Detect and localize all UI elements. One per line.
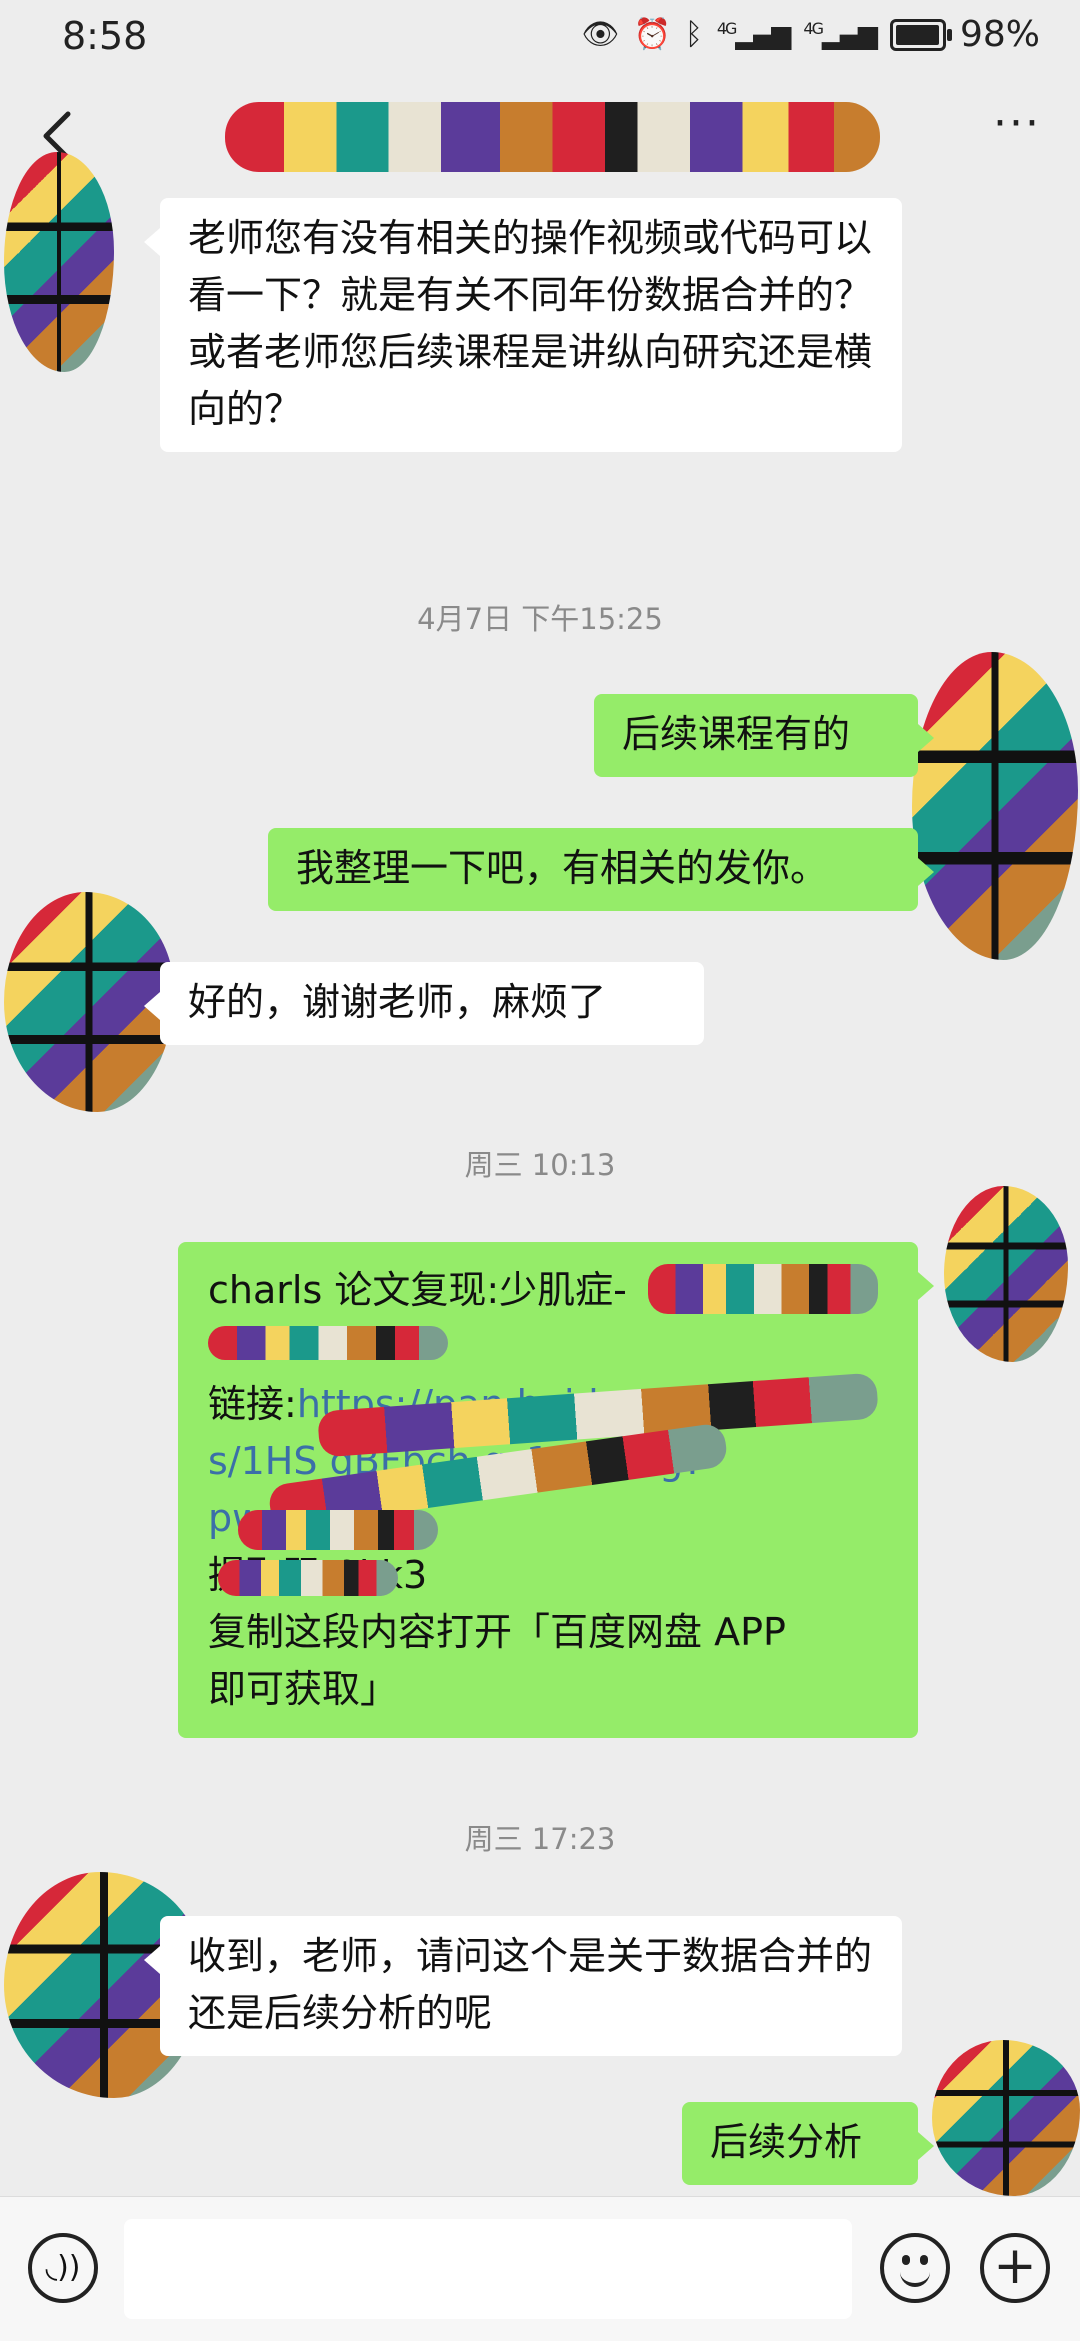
input-bar: ◟)) + <box>0 2196 1080 2341</box>
message-input[interactable] <box>124 2219 852 2319</box>
timestamp: 4月7日 下午15:25 <box>417 602 663 636</box>
redaction <box>648 1264 878 1314</box>
message-sent-link[interactable]: charls 论文复现:少肌症- 链接:https://pan.baidu.co… <box>178 1242 934 1738</box>
status-icons: 👁 ⏰ ᛒ 4G▂▄▆ 4G▂▄▆ 98% <box>581 14 1040 55</box>
message-sent: 我整理一下吧，有相关的发你。 <box>268 828 934 911</box>
battery-fill <box>895 24 939 45</box>
avatar[interactable] <box>912 652 1078 960</box>
message-received: 收到，老师，请问这个是关于数据合并的还是后续分析的呢 <box>144 1916 902 2056</box>
link-message-title: charls 论文复现:少肌症- <box>208 1268 627 1312</box>
voice-icon: ◟)) <box>45 2250 81 2285</box>
avatar[interactable] <box>944 1186 1068 1362</box>
copy-instruction-2: 即可获取」 <box>208 1667 399 1711</box>
signal-icon: 4G▂▄▆ <box>716 18 792 51</box>
signal-icon-2: 4G▂▄▆ <box>803 18 878 51</box>
message-received: 好的，谢谢老师，麻烦了 <box>144 962 704 1045</box>
more-horizontal-icon: ··· <box>993 98 1041 149</box>
emoji-button[interactable] <box>880 2233 950 2303</box>
timestamp: 周三 10:13 <box>464 1148 616 1182</box>
plus-icon: + <box>993 2236 1037 2296</box>
redaction <box>238 1510 438 1550</box>
bluetooth-icon: ᛒ <box>684 17 703 52</box>
battery-percent: 98% <box>959 14 1040 55</box>
message-received: 老师您有没有相关的操作视频或代码可以看一下？就是有关不同年份数据合并的？ 或者老… <box>144 198 902 452</box>
status-bar: 8:58 👁 ⏰ ᛒ 4G▂▄▆ 4G▂▄▆ 98% <box>0 0 1080 80</box>
voice-button[interactable]: ◟)) <box>28 2233 98 2303</box>
redaction <box>208 1326 448 1360</box>
chat-title-redacted <box>225 102 880 172</box>
more-button[interactable]: ··· <box>982 102 1052 164</box>
message-sent: 后续课程有的 <box>594 694 934 777</box>
message-sent: 后续分析 <box>682 2102 934 2185</box>
status-time: 8:58 <box>62 14 148 58</box>
avatar[interactable] <box>932 2040 1080 2196</box>
chat-header: ··· <box>0 80 1080 192</box>
plus-button[interactable]: + <box>980 2233 1050 2303</box>
avatar[interactable] <box>4 152 114 372</box>
timestamp: 周三 17:23 <box>464 1822 616 1856</box>
redaction <box>218 1560 398 1596</box>
link-label: 链接: <box>208 1382 297 1426</box>
battery-icon <box>889 18 952 51</box>
alarm-icon: ⏰ <box>633 17 671 52</box>
eye-icon: 👁 <box>581 17 620 52</box>
copy-instruction: 复制这段内容打开「百度网盘 APP <box>208 1610 786 1654</box>
